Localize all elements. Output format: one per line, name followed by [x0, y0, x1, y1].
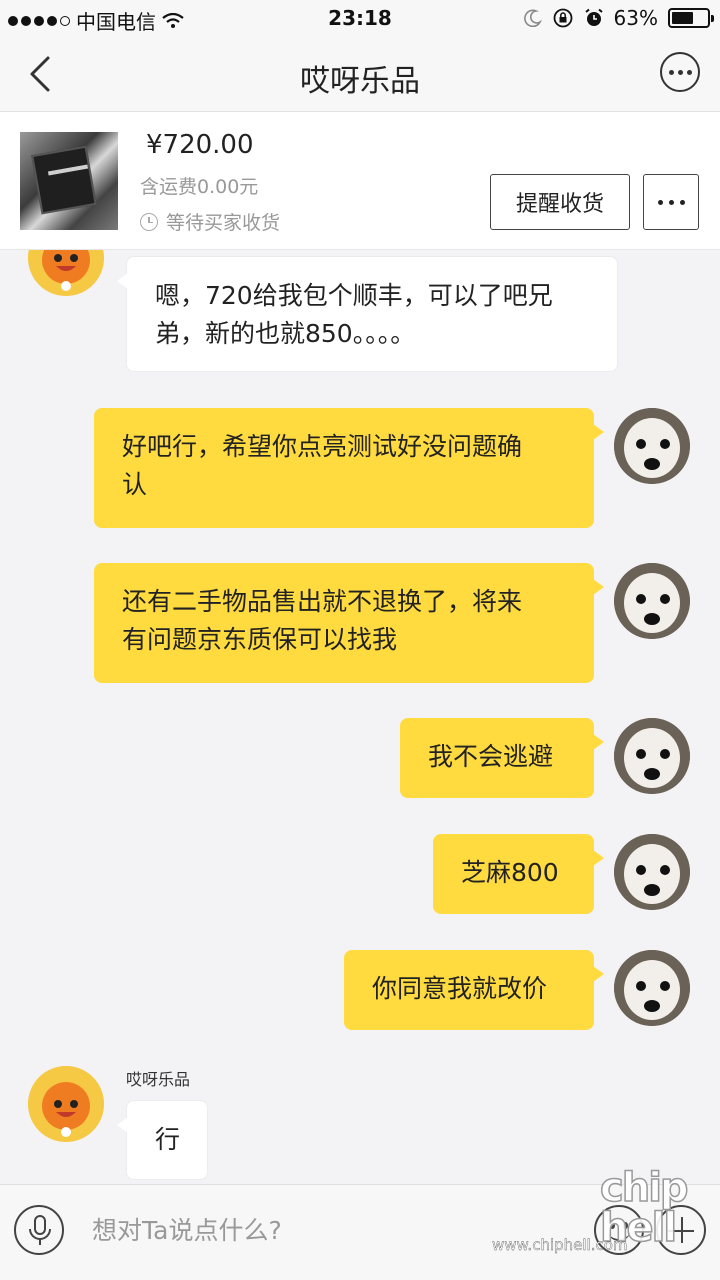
watermark-url: www.chiphell.com	[492, 1236, 628, 1254]
message-bubble-incoming[interactable]: 行	[117, 1100, 208, 1180]
message-line: 认	[122, 470, 148, 499]
message-bubble-outgoing[interactable]: 还有二手物品售出就不退换了，将来 有问题京东质保可以找我	[94, 563, 604, 683]
sender-name: 哎呀乐品	[126, 1070, 191, 1089]
orientation-lock-icon	[553, 8, 572, 28]
order-status: 等待买家收货	[140, 208, 280, 235]
chat-area[interactable]: 嗯，720给我包个顺丰，可以了吧兄 弟，新的也就850。。。。 好吧行，希望你点…	[0, 250, 720, 1184]
message-bubble-incoming[interactable]: 嗯，720给我包个顺丰，可以了吧兄 弟，新的也就850。。。。	[117, 256, 618, 372]
message-bubble-outgoing[interactable]: 我不会逃避	[400, 718, 604, 798]
buyer-avatar[interactable]	[614, 408, 690, 484]
message-line: 好吧行，希望你点亮测试好没问题确	[122, 432, 523, 461]
message-bubble-outgoing[interactable]: 好吧行，希望你点亮测试好没问题确 认	[94, 408, 604, 528]
message-bubble-outgoing[interactable]: 你同意我就改价	[344, 950, 604, 1030]
message-line: 有问题京东质保可以找我	[122, 625, 398, 654]
buyer-avatar[interactable]	[614, 950, 690, 1026]
buyer-avatar[interactable]	[614, 834, 690, 910]
battery-percent: 63%	[613, 6, 658, 30]
chat-title: 哎呀乐品	[300, 64, 420, 99]
message-line: 你同意我就改价	[372, 974, 548, 1003]
moon-icon	[523, 9, 542, 27]
more-actions-button[interactable]	[643, 174, 699, 230]
order-status-text: 等待买家收货	[166, 212, 281, 234]
clock-icon	[140, 212, 158, 231]
more-circle-icon[interactable]	[660, 52, 700, 92]
message-line: 还有二手物品售出就不退换了，将来	[122, 587, 523, 616]
shipping-fee: 含运费0.00元	[140, 176, 259, 198]
microphone-icon[interactable]	[14, 1205, 64, 1255]
buyer-avatar[interactable]	[614, 563, 690, 639]
seller-avatar[interactable]	[28, 250, 104, 296]
product-price: ¥720.00	[146, 130, 254, 160]
product-card[interactable]: ¥720.00 含运费0.00元 等待买家收货 提醒收货	[0, 112, 720, 250]
message-bubble-outgoing[interactable]: 芝麻800	[433, 834, 604, 914]
message-line: 行	[155, 1125, 181, 1154]
nav-bar: 哎呀乐品	[0, 36, 720, 112]
seller-avatar[interactable]	[28, 1066, 104, 1142]
message-input[interactable]: 想对Ta说点什么?	[92, 1211, 282, 1247]
message-line: 弟，新的也就850。。。。	[155, 319, 416, 348]
product-thumbnail[interactable]	[20, 132, 118, 230]
message-line: 我不会逃避	[428, 742, 554, 771]
status-right: 63%	[523, 6, 714, 30]
message-line: 芝麻800	[461, 858, 559, 887]
status-bar: 中国电信 23:18 63%	[0, 0, 720, 36]
remind-receipt-button[interactable]: 提醒收货	[490, 174, 630, 230]
buyer-avatar[interactable]	[614, 718, 690, 794]
battery-icon	[668, 8, 714, 28]
alarm-icon	[584, 8, 603, 26]
message-line: 嗯，720给我包个顺丰，可以了吧兄	[155, 281, 553, 310]
